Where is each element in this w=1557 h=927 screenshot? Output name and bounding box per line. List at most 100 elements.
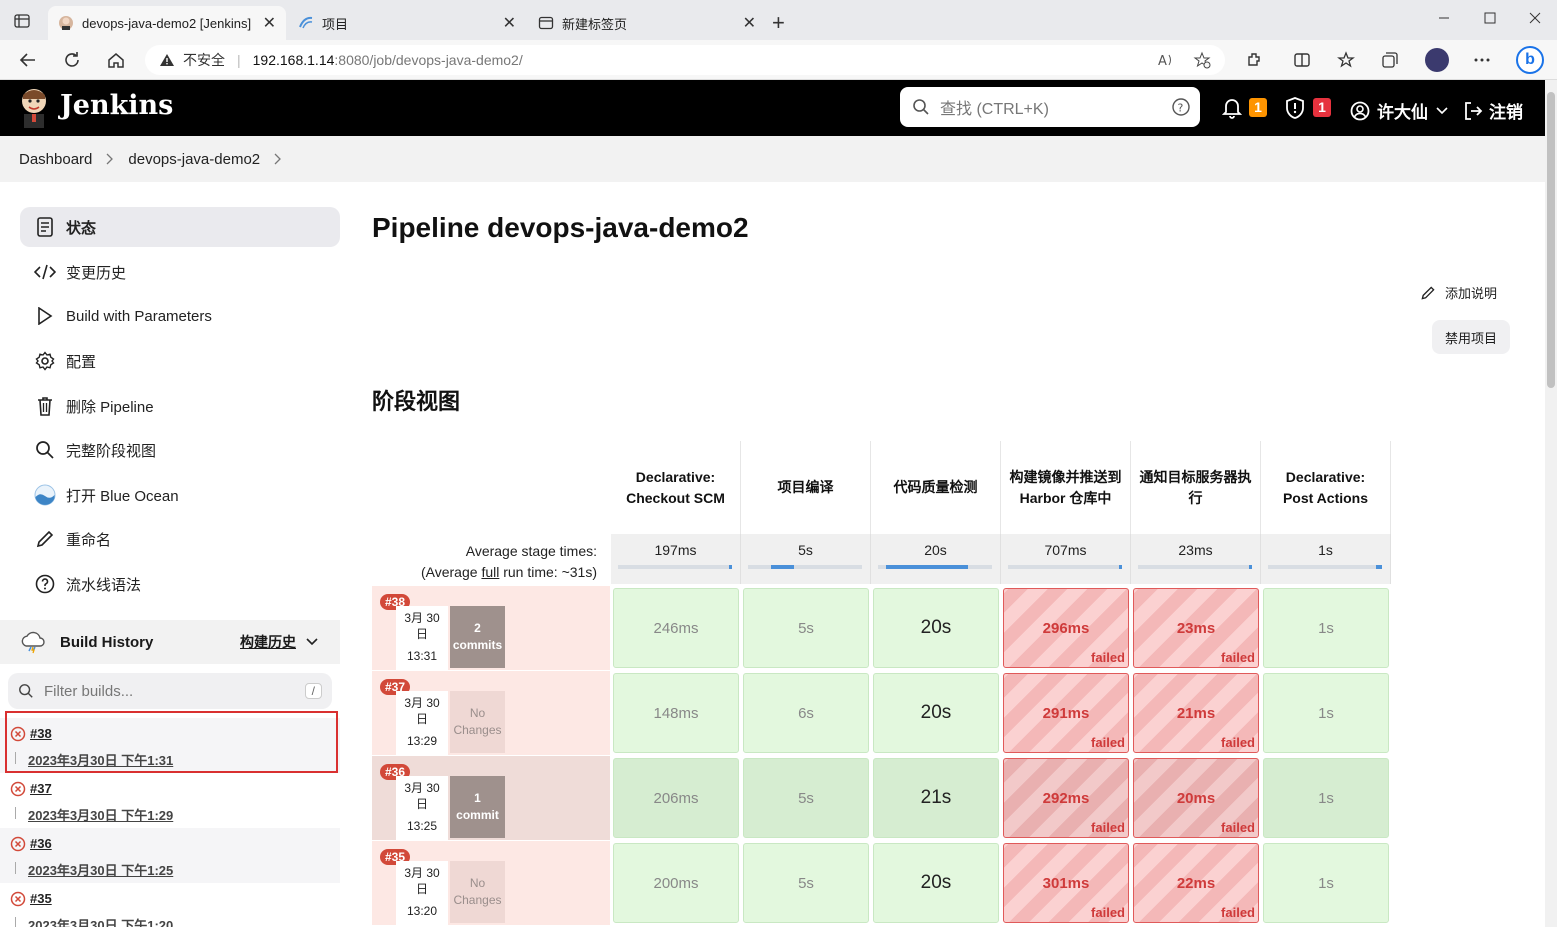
tab-new[interactable]: 新建标签页 ✕: [528, 6, 766, 40]
stage-cell-success[interactable]: 200ms: [613, 843, 739, 923]
build-number[interactable]: #35: [30, 891, 52, 906]
collections-icon[interactable]: [1380, 50, 1400, 70]
security-badge[interactable]: 1: [1313, 98, 1331, 117]
stage-cell-success[interactable]: 20s: [873, 843, 999, 923]
breadcrumb-job[interactable]: devops-java-demo2: [128, 151, 260, 168]
stage-cell-success[interactable]: 20s: [873, 588, 999, 668]
build-trend-link[interactable]: 构建历史: [240, 632, 296, 652]
filter-builds-input[interactable]: Filter builds... /: [8, 673, 332, 709]
stage-cell-success[interactable]: 20s: [873, 673, 999, 753]
stage-cell-failed[interactable]: 292ms failed: [1003, 758, 1129, 838]
stage-cell-success[interactable]: 1s: [1263, 588, 1389, 668]
scrollbar-thumb[interactable]: [1547, 92, 1555, 388]
notifications-badge[interactable]: 1: [1249, 98, 1267, 117]
home-icon[interactable]: [104, 48, 128, 72]
new-tab-button[interactable]: +: [772, 10, 785, 36]
notifications-icon[interactable]: [1222, 97, 1242, 119]
run-row-info[interactable]: #37 3月 30 日 13:29 No Changes: [372, 671, 610, 755]
maximize-icon[interactable]: [1484, 12, 1496, 24]
chevron-down-icon[interactable]: [306, 638, 318, 646]
url-bar[interactable]: 不安全 | 192.168.1.14:8080/job/devops-java-…: [145, 45, 1225, 75]
shield-icon[interactable]: [1285, 97, 1305, 119]
refresh-icon[interactable]: [60, 48, 84, 72]
build-history-row[interactable]: #36 2023年3月30日 下午1:25: [0, 828, 340, 883]
stage-cell-failed[interactable]: 22ms failed: [1133, 843, 1259, 923]
tab-project[interactable]: 项目 ✕: [288, 6, 526, 40]
scrollbar[interactable]: [1545, 80, 1557, 927]
build-history-row[interactable]: #35 2023年3月30日 下午1:20: [0, 883, 340, 927]
build-number[interactable]: #37: [30, 781, 52, 796]
tab-jenkins[interactable]: devops-java-demo2 [Jenkins] ✕: [48, 6, 286, 40]
sidebar-item-build-with-parameters[interactable]: Build with Parameters: [20, 296, 340, 336]
run-commits[interactable]: No Changes: [450, 861, 505, 923]
stage-cell-failed[interactable]: 20ms failed: [1133, 758, 1259, 838]
jenkins-logo-icon[interactable]: [18, 87, 50, 129]
close-window-icon[interactable]: [1529, 12, 1541, 24]
minimize-icon[interactable]: [1438, 12, 1450, 24]
full-run-link[interactable]: full: [481, 564, 499, 580]
help-icon[interactable]: ?: [1172, 98, 1190, 116]
stage-cell-success[interactable]: 1s: [1263, 673, 1389, 753]
build-history-row[interactable]: #37 2023年3月30日 下午1:29: [0, 773, 340, 828]
read-aloud-icon[interactable]: A: [1157, 51, 1175, 69]
divider: [15, 862, 16, 874]
stage-cell-success[interactable]: 5s: [743, 588, 869, 668]
sidebar-item-status[interactable]: 状态: [20, 207, 340, 247]
profile-avatar[interactable]: [1425, 48, 1449, 72]
stage-cell-success[interactable]: 148ms: [613, 673, 739, 753]
stage-cell-failed[interactable]: 296ms failed: [1003, 588, 1129, 668]
extensions-icon[interactable]: [1244, 50, 1264, 70]
chevron-right-icon[interactable]: [274, 153, 282, 165]
stage-cell-success[interactable]: 1s: [1263, 843, 1389, 923]
more-icon[interactable]: [1472, 50, 1492, 70]
run-row-info[interactable]: #36 3月 30 日 13:25 1 commit: [372, 756, 610, 840]
split-screen-icon[interactable]: [1292, 50, 1312, 70]
sidebar-item-rename[interactable]: 重命名: [20, 519, 340, 559]
stage-cell-success[interactable]: 5s: [743, 843, 869, 923]
sidebar-item-delete[interactable]: 删除 Pipeline: [20, 386, 340, 426]
sidebar-item-configure[interactable]: 配置: [20, 341, 340, 381]
stage-cell-success[interactable]: 206ms: [613, 758, 739, 838]
tab-actions-icon[interactable]: [12, 12, 32, 30]
build-time[interactable]: 2023年3月30日 下午1:25: [28, 860, 173, 879]
tab-close-icon[interactable]: ✕: [503, 13, 516, 33]
sidebar-item-blue-ocean[interactable]: 打开 Blue Ocean: [20, 475, 340, 515]
run-row-info[interactable]: #35 3月 30 日 13:20 No Changes: [372, 841, 610, 925]
weather-icon: [20, 630, 46, 654]
favorite-add-icon[interactable]: [1193, 51, 1211, 69]
stage-cell-failed[interactable]: 21ms failed: [1133, 673, 1259, 753]
build-time[interactable]: 2023年3月30日 下午1:20: [28, 915, 173, 927]
chevron-right-icon[interactable]: [106, 153, 114, 165]
add-description-button[interactable]: 添加说明: [1420, 283, 1497, 302]
search-input[interactable]: 查找 (CTRL+K): [940, 95, 1172, 119]
stage-cell-success[interactable]: 6s: [743, 673, 869, 753]
run-commits[interactable]: 2 commits: [450, 606, 505, 668]
logout-button[interactable]: 注销: [1463, 98, 1523, 123]
run-commits[interactable]: No Changes: [450, 691, 505, 753]
sidebar-item-full-stage-view[interactable]: 完整阶段视图: [20, 430, 340, 470]
build-time[interactable]: 2023年3月30日 下午1:29: [28, 805, 173, 824]
run-row-info[interactable]: #38 3月 30 日 13:31 2 commits: [372, 586, 610, 670]
stage-cell-success[interactable]: 1s: [1263, 758, 1389, 838]
breadcrumb-dashboard[interactable]: Dashboard: [19, 151, 92, 168]
user-menu[interactable]: 许大仙: [1350, 98, 1448, 123]
back-icon[interactable]: [16, 48, 40, 72]
tab-close-icon[interactable]: ✕: [263, 13, 276, 33]
disable-project-button[interactable]: 禁用项目: [1432, 320, 1510, 354]
run-date: 3月 30 日 13:20: [396, 861, 448, 925]
stage-cell-failed[interactable]: 291ms failed: [1003, 673, 1129, 753]
stage-cell-success[interactable]: 5s: [743, 758, 869, 838]
favorites-icon[interactable]: [1336, 50, 1356, 70]
tab-close-icon[interactable]: ✕: [743, 13, 756, 33]
run-commits[interactable]: 1 commit: [450, 776, 505, 838]
stage-cell-success[interactable]: 246ms: [613, 588, 739, 668]
bing-icon[interactable]: b: [1516, 46, 1544, 74]
sidebar-item-pipeline-syntax[interactable]: 流水线语法: [20, 564, 340, 604]
stage-cell-failed[interactable]: 23ms failed: [1133, 588, 1259, 668]
stage-cell-success[interactable]: 21s: [873, 758, 999, 838]
search-box[interactable]: 查找 (CTRL+K) ?: [900, 87, 1200, 127]
build-number[interactable]: #36: [30, 836, 52, 851]
stage-cell-failed[interactable]: 301ms failed: [1003, 843, 1129, 923]
sidebar-item-changes[interactable]: 变更历史: [20, 252, 340, 292]
jenkins-logo-text[interactable]: Jenkins: [60, 90, 173, 121]
